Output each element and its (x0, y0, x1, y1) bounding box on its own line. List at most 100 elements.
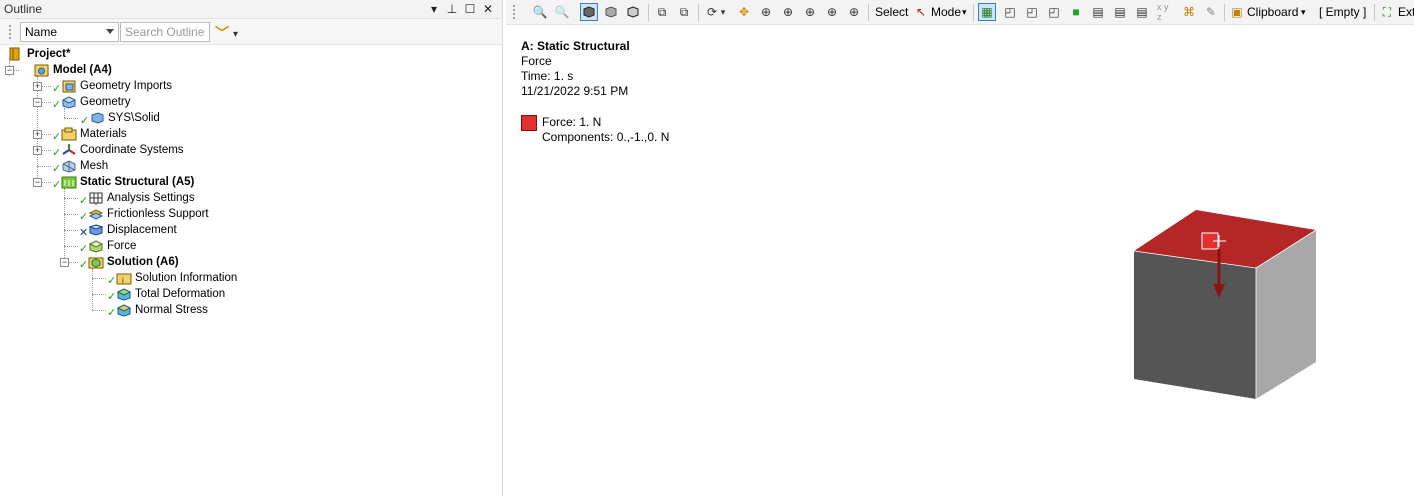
filter-expand-icon[interactable]: ﹀ (215, 23, 229, 43)
select-node-button[interactable]: ■ (1067, 3, 1085, 21)
select-button[interactable]: Select (875, 5, 908, 19)
clipboard-empty-status: [ Empty ] (1319, 5, 1367, 19)
zoom-out-icon[interactable]: 🔍 (553, 3, 571, 21)
magnifier-icon[interactable]: ⊕ (823, 3, 841, 21)
tree-item-force[interactable]: ✓ Force (79, 238, 137, 255)
pin-icon[interactable]: ⊥ (446, 1, 458, 17)
tree-item-static-structural[interactable]: ✓ Static Structural (A5) (52, 174, 194, 191)
more-options-icon[interactable]: ▾ (233, 29, 238, 40)
rotate-dropdown-arrow-icon[interactable]: ▾ (719, 3, 727, 21)
extend-button[interactable]: Ext (1398, 5, 1414, 19)
select-vertex-button[interactable]: ▦ (978, 3, 996, 21)
mode-dropdown-arrow-icon[interactable]: ▾ (962, 7, 967, 18)
mode-button[interactable]: Mode (931, 5, 961, 19)
close-icon[interactable]: ✕ (482, 1, 494, 17)
tree-item-model[interactable]: Model (A4) (34, 62, 112, 78)
model-geometry[interactable] (1106, 196, 1336, 416)
tree-label: Force (107, 240, 137, 252)
tree-item-total-deformation[interactable]: ✓ Total Deformation (107, 286, 226, 303)
box-zoom-icon[interactable]: ⊕ (779, 3, 797, 21)
expand-coordinate-systems-toggle[interactable]: + (33, 146, 42, 155)
expand-geometry-imports-toggle[interactable]: + (33, 82, 42, 91)
show-vertices-button[interactable]: ⧉ (653, 3, 671, 21)
collapse-static-structural-toggle[interactable]: − (33, 178, 42, 187)
cube-gray-icon (605, 6, 617, 18)
tree-label: Analysis Settings (107, 192, 195, 204)
force-color-swatch (521, 115, 537, 131)
tree-label: Solution (A6) (107, 256, 179, 268)
select-edge-button[interactable]: ◰ (1001, 3, 1019, 21)
tree-item-geometry-imports[interactable]: ✓ Geometry Imports (52, 78, 173, 95)
select-body-button[interactable]: ◰ (1045, 3, 1063, 21)
edges-view-button[interactable] (624, 3, 642, 21)
close-vertices-button[interactable]: ⧉ (675, 3, 693, 21)
analysis-title: A: Static Structural (521, 39, 630, 53)
check-icon: ✓ (52, 131, 62, 143)
tree-label: Geometry (80, 96, 131, 108)
extend-icon: ⛶ (1382, 4, 1392, 19)
force-components-label: Components: 0.,-1.,0. N (542, 130, 670, 144)
zoom-in-icon[interactable]: 🔍 (531, 3, 549, 21)
tree-item-analysis-settings[interactable]: ✓ Analysis Settings (79, 190, 195, 207)
tree-item-displacement[interactable]: ✕ Displacement (79, 222, 177, 239)
tree-label: Coordinate Systems (80, 144, 184, 156)
tree-item-coordinate-systems[interactable]: ✓ Coordinate Systems (52, 142, 184, 159)
select-face-button[interactable]: ◰ (1023, 3, 1041, 21)
tree-item-normal-stress[interactable]: ✓ Normal Stress (107, 302, 208, 319)
shaded-view-button[interactable] (580, 3, 598, 21)
check-icon: ✓ (52, 83, 62, 95)
check-icon: ✓ (79, 243, 89, 255)
materials-icon: ✓ (52, 127, 77, 143)
search-outline-input[interactable] (120, 22, 210, 42)
tree-item-geometry[interactable]: ✓ Geometry (52, 94, 131, 111)
tree-item-mesh[interactable]: ✓ Mesh (52, 158, 108, 175)
cube-front-face[interactable] (1134, 251, 1256, 399)
geometry-imports-icon: ✓ (52, 79, 77, 95)
tree-item-materials[interactable]: ✓ Materials (52, 126, 127, 143)
clipboard-dropdown-arrow-icon[interactable]: ▾ (1301, 7, 1306, 18)
zoom-to-fit-icon[interactable]: ⊕ (801, 3, 819, 21)
graphics-viewport[interactable]: A: Static Structural Force Time: 1. s 11… (506, 26, 1414, 496)
label-icon[interactable]: ⌘ (1180, 3, 1198, 21)
collapse-solution-toggle[interactable]: − (60, 258, 69, 267)
select-element-face-button[interactable]: ▤ (1089, 3, 1107, 21)
error-x-icon: ✕ (79, 227, 89, 239)
grip-handle[interactable] (8, 24, 12, 40)
select-mode-cursor-icon[interactable]: ↖ (912, 3, 930, 21)
tree-item-solid[interactable]: ✓ SYS\Solid (80, 110, 160, 127)
zoom-icon[interactable]: ⊕ (757, 3, 775, 21)
dropdown-arrow-icon[interactable]: ▾ (428, 1, 440, 17)
tree-label: Geometry Imports (80, 80, 173, 92)
project-icon (8, 47, 24, 61)
tree-label: SYS\Solid (108, 112, 160, 124)
tree-item-solution[interactable]: ✓ Solution (A6) (79, 254, 179, 271)
collapse-geometry-toggle[interactable]: − (33, 98, 42, 107)
check-icon: ✓ (52, 163, 62, 175)
collapse-model-toggle[interactable]: − (5, 66, 14, 75)
check-icon: ✓ (52, 179, 62, 191)
outline-pane: Outline ▾ ⊥ ☐ ✕ Name ﹀ ▾ (0, 0, 503, 496)
clipboard-button[interactable]: Clipboard (1247, 5, 1298, 19)
tree-label: Total Deformation (135, 288, 226, 300)
check-icon: ✓ (107, 307, 117, 319)
normal-stress-icon: ✓ (107, 303, 132, 319)
grip-handle[interactable] (512, 4, 516, 20)
expand-materials-toggle[interactable]: + (33, 130, 42, 139)
previous-view-icon[interactable]: ⊕ (845, 3, 863, 21)
select-mesh-button[interactable]: ▤ (1133, 3, 1151, 21)
solution-information-icon: ✓ i (107, 271, 132, 287)
wireframe-view-button[interactable] (602, 3, 620, 21)
maximize-icon[interactable]: ☐ (464, 1, 476, 17)
pan-icon[interactable]: ✥ (735, 3, 753, 21)
tree-item-solution-information[interactable]: ✓ i Solution Information (107, 270, 237, 287)
tree-label: Materials (80, 128, 127, 140)
tree-item-frictionless-support[interactable]: ✓ Frictionless Support (79, 206, 209, 223)
annotation-icon[interactable]: ✎ (1202, 3, 1220, 21)
filter-type-select[interactable]: Name (20, 22, 119, 42)
svg-text:i: i (122, 276, 124, 285)
check-icon: ✓ (107, 291, 117, 303)
tree-item-project[interactable]: Project* (8, 46, 70, 62)
edges-icon (627, 6, 639, 18)
select-element-button[interactable]: ▤ (1111, 3, 1129, 21)
coordinates-icon[interactable]: x y z (1157, 2, 1175, 22)
